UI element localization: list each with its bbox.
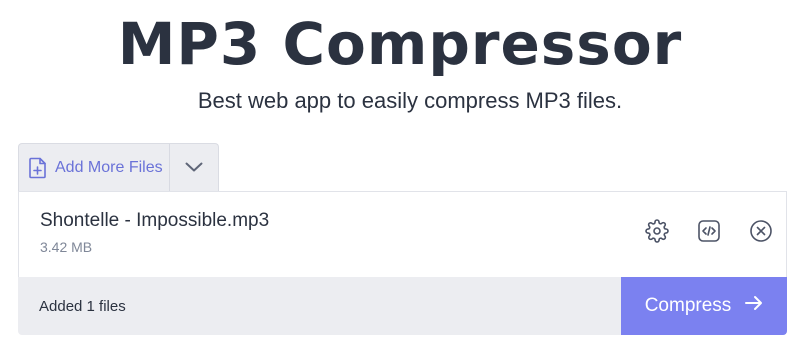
remove-file-button[interactable]: [748, 219, 774, 248]
file-list-item: Shontelle - Impossible.mp3 3.42 MB: [18, 191, 787, 277]
chevron-down-icon: [185, 159, 203, 177]
add-more-files-button[interactable]: Add More Files: [19, 144, 169, 192]
files-added-status: Added 1 files: [39, 297, 126, 315]
gear-icon: [645, 218, 669, 248]
settings-button[interactable]: [644, 218, 670, 248]
file-plus-icon: [27, 156, 49, 180]
file-list-footer: Added 1 files Compress: [18, 277, 787, 335]
file-size: 3.42 MB: [40, 239, 93, 255]
add-more-files-label: Add More Files: [55, 159, 163, 176]
compress-button[interactable]: Compress: [621, 277, 787, 335]
add-files-dropdown-toggle[interactable]: [169, 144, 218, 192]
page-title: MP3 Compressor: [117, 10, 683, 78]
arrow-right-icon: [745, 295, 763, 317]
file-name: Shontelle - Impossible.mp3: [40, 210, 270, 231]
file-toolbar: Add More Files: [18, 143, 219, 192]
code-icon: [697, 219, 721, 248]
page-subtitle: Best web app to easily compress MP3 file…: [197, 88, 623, 113]
file-actions: [644, 218, 774, 248]
compress-button-label: Compress: [644, 295, 732, 316]
embed-code-button[interactable]: [696, 219, 722, 248]
page: MP3 Compressor Best web app to easily co…: [0, 0, 800, 353]
close-circle-icon: [749, 219, 773, 248]
